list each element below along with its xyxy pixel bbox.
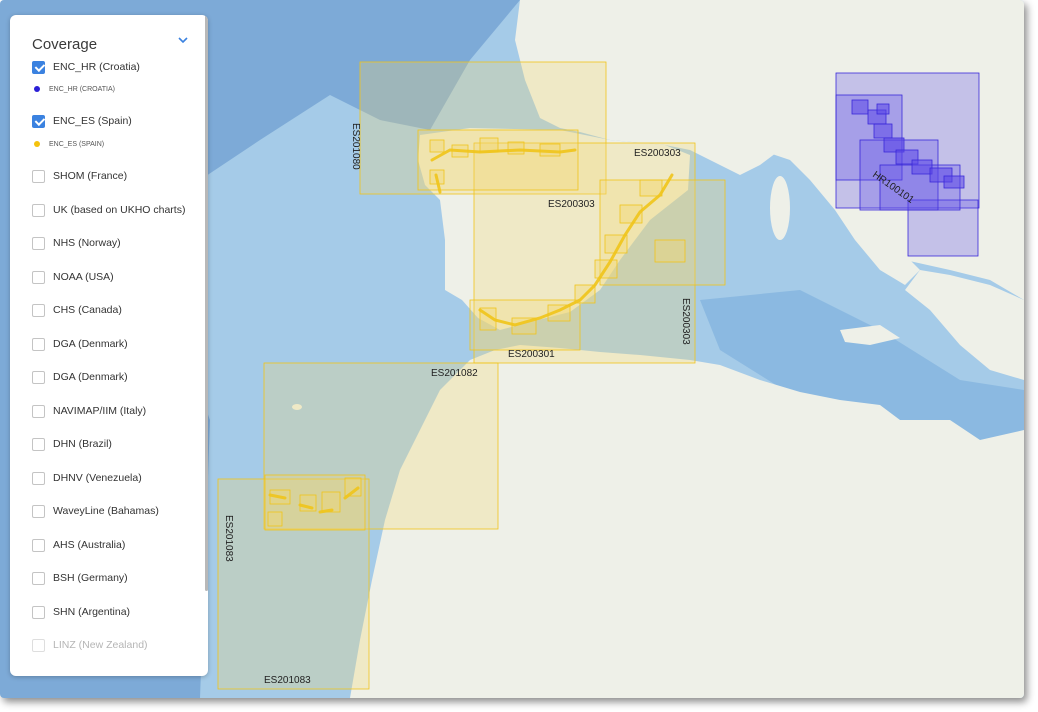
checkbox[interactable] [32,504,45,518]
legend-label: ENC_HR (CROATIA) [49,85,115,93]
layer-toggle-enc-es[interactable]: ENC_ES (Spain) [32,113,132,129]
cell-east-coast[interactable] [599,179,726,286]
port-cell[interactable] [654,239,686,263]
hr-port-cell[interactable] [943,175,965,189]
checkbox-enc-es[interactable] [32,114,45,128]
land-corsica-sardinia [770,176,790,240]
layer-label: WaveyLine (Bahamas) [53,505,159,517]
checkbox-enc-hr[interactable] [32,60,45,74]
checkbox[interactable] [32,236,45,250]
legend-dot-enc-hr [34,86,40,92]
layer-label: DHNV (Venezuela) [53,472,142,484]
layer-toggle-chs[interactable]: CHS (Canada) [32,302,122,318]
checkbox[interactable] [32,605,45,619]
label-es200303-top: ES200303 [634,148,681,159]
label-es201080: ES201080 [350,123,361,170]
checkbox[interactable] [32,471,45,485]
layer-toggle-dga-2[interactable]: DGA (Denmark) [32,369,128,385]
hr-port-cell[interactable] [873,123,893,139]
checkbox[interactable] [32,370,45,384]
layer-toggle-dhn[interactable]: DHN (Brazil) [32,436,112,452]
panel-scrollbar[interactable] [205,15,208,591]
layer-label: BSH (Germany) [53,572,128,584]
checkbox[interactable] [32,337,45,351]
port-cell[interactable] [429,139,445,153]
checkbox[interactable] [32,270,45,284]
layer-label: SHOM (France) [53,170,128,182]
label-es200301: ES200301 [508,349,555,360]
checkbox[interactable] [32,538,45,552]
port-cell[interactable] [299,494,317,512]
layer-label: ENC_HR (Croatia) [53,61,140,73]
layer-toggle-navimap[interactable]: NAVIMAP/IIM (Italy) [32,403,146,419]
legend-dot-enc-es [34,141,40,147]
checkbox[interactable] [32,203,45,217]
chevron-down-icon[interactable] [176,33,190,47]
legend-enc-hr: ENC_HR (CROATIA) [34,83,115,95]
label-es200303-mid: ES200303 [548,199,595,210]
layer-label: NOAA (USA) [53,271,114,283]
legend-enc-es: ENC_ES (SPAIN) [34,138,104,150]
hr-port-cell[interactable] [911,159,933,175]
layer-toggle-bsh[interactable]: BSH (Germany) [32,570,128,586]
layer-label: CHS (Canada) [53,304,122,316]
layer-toggle-nhs[interactable]: NHS (Norway) [32,235,121,251]
layer-label: UK (based on UKHO charts) [53,204,186,216]
label-es200303-right: ES200303 [680,298,691,345]
layer-label: AHS (Australia) [53,539,126,551]
layer-toggle-shom[interactable]: SHOM (France) [32,168,127,184]
port-cell[interactable] [507,141,525,155]
layer-toggle-linz[interactable]: LINZ (New Zealand) [32,637,148,653]
checkbox[interactable] [32,638,45,652]
layer-label: NHS (Norway) [53,237,121,249]
checkbox[interactable] [32,404,45,418]
port-cell[interactable] [267,511,283,527]
layer-label: NAVIMAP/IIM (Italy) [53,405,147,417]
coverage-panel: Coverage ENC_HR (Croatia) ENC_HR (CROATI… [10,15,208,676]
port-cell[interactable] [639,179,663,197]
legend-label: ENC_ES (SPAIN) [49,140,105,148]
layer-label: ENC_ES (Spain) [53,115,132,127]
layer-toggle-noaa[interactable]: NOAA (USA) [32,269,114,285]
map-frame: ES201080 ES200303 ES200303 ES200303 ES20… [0,0,1024,698]
checkbox[interactable] [32,303,45,317]
panel-title: Coverage [32,36,98,53]
layer-label: DGA (Denmark) [53,371,128,383]
layer-toggle-waveyline[interactable]: WaveyLine (Bahamas) [32,503,159,519]
layer-label: LINZ (New Zealand) [53,639,148,651]
hr-port-cell[interactable] [851,99,869,115]
layer-label: DGA (Denmark) [53,338,128,350]
layer-toggle-ahs[interactable]: AHS (Australia) [32,537,125,553]
layer-toggle-shn[interactable]: SHN (Argentina) [32,604,130,620]
layer-toggle-uk[interactable]: UK (based on UKHO charts) [32,202,185,218]
layer-toggle-enc-hr[interactable]: ENC_HR (Croatia) [32,59,140,75]
checkbox[interactable] [32,571,45,585]
checkbox[interactable] [32,169,45,183]
label-es201082: ES201082 [431,368,478,379]
layer-toggle-dga[interactable]: DGA (Denmark) [32,336,128,352]
label-es201083-bottom: ES201083 [264,675,311,686]
layer-label: SHN (Argentina) [53,606,131,618]
label-es201083-side: ES201083 [223,515,234,562]
layer-label: DHN (Brazil) [53,438,112,450]
hr-port-cell[interactable] [876,103,890,115]
checkbox[interactable] [32,437,45,451]
layer-toggle-dhnv[interactable]: DHNV (Venezuela) [32,470,142,486]
